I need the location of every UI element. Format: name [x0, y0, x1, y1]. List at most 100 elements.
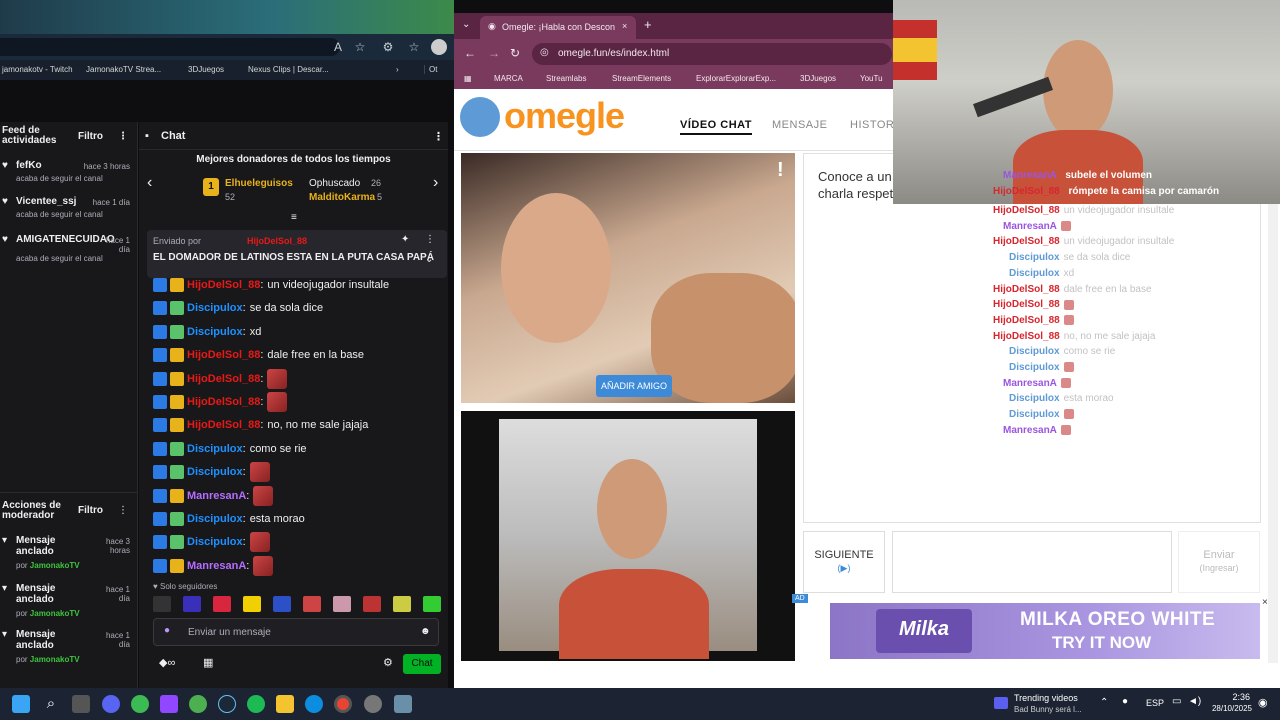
chat-send-button[interactable]: Chat	[403, 654, 441, 674]
bookmark-item[interactable]: jamonakotv - Twitch	[2, 65, 73, 74]
site-info-icon[interactable]: ◎	[540, 47, 549, 58]
microphone-icon[interactable]: ●	[164, 625, 170, 636]
reload-icon[interactable]: ↻	[510, 46, 520, 60]
more-options-icon[interactable]: ⋮	[425, 234, 435, 245]
quick-emote[interactable]	[243, 596, 261, 612]
omegle-address-bar[interactable]: ◎ omegle.fun/es/index.html	[532, 43, 892, 65]
crown-badge-icon[interactable]	[170, 278, 184, 292]
bookmark-item[interactable]: Nexus Clips | Descar...	[248, 65, 329, 74]
bookmark-item[interactable]: Streamlabs	[546, 74, 586, 83]
sub-badge-icon[interactable]	[170, 512, 184, 526]
prime-badge-icon[interactable]	[153, 441, 167, 456]
obs-icon[interactable]	[364, 695, 382, 713]
prime-badge-icon[interactable]	[153, 348, 167, 363]
bookmark-item[interactable]: 3DJuegos	[800, 74, 836, 83]
more-options-icon[interactable]: ⋮	[433, 130, 444, 143]
activity-feed-filter-button[interactable]: Filtro	[78, 131, 103, 142]
bookmark-item[interactable]: 3DJuegos	[188, 65, 224, 74]
windows-start-icon[interactable]	[12, 695, 30, 713]
chat-emote[interactable]	[267, 392, 288, 412]
quick-emote[interactable]	[393, 596, 411, 612]
chat-username[interactable]: Discipulox	[187, 513, 243, 525]
read-aloud-icon[interactable]: A	[330, 39, 346, 55]
chat-username[interactable]: HijoDelSol_88	[187, 419, 260, 431]
prime-badge-icon[interactable]	[153, 324, 167, 339]
bookmark-item[interactable]: Ot	[424, 65, 437, 74]
crown-badge-icon[interactable]	[170, 558, 184, 573]
quick-emote[interactable]	[423, 596, 441, 612]
bookmark-item[interactable]: YouTu	[860, 74, 883, 83]
pinned-message[interactable]: Enviado por HijoDelSol_88 ✦ ⋮ EL DOMADOR…	[147, 230, 447, 278]
channel-points-icon[interactable]: ◆∞	[159, 656, 175, 669]
chat-username[interactable]: HijoDelSol_88	[187, 396, 260, 408]
chevron-right-icon[interactable]: ›	[433, 174, 438, 192]
chevron-left-icon[interactable]: ‹	[147, 174, 152, 192]
chevron-up-icon[interactable]: ⌃	[1100, 697, 1108, 708]
chat-username[interactable]: ManresanA	[187, 560, 246, 572]
microphone-icon[interactable]: ●	[1122, 696, 1128, 707]
left-browser-address-bar[interactable]	[0, 38, 340, 56]
chat-emote[interactable]	[253, 555, 274, 576]
prime-badge-icon[interactable]	[153, 512, 167, 526]
crown-badge-icon[interactable]	[170, 371, 184, 386]
file-explorer-icon[interactable]	[276, 695, 294, 713]
store-icon[interactable]: ▦	[203, 656, 213, 669]
discord-icon[interactable]	[102, 695, 120, 713]
bookmark-item[interactable]: StreamElements	[612, 74, 671, 83]
new-tab-icon[interactable]: +	[644, 17, 652, 32]
quick-emote[interactable]	[213, 596, 231, 612]
chat-emote[interactable]	[267, 368, 288, 389]
sub-badge-icon[interactable]	[170, 324, 184, 339]
chat-emote[interactable]	[249, 462, 270, 483]
feed-item[interactable]: ♥ fefKo hace 3 horas acaba de seguir el …	[2, 160, 134, 196]
more-options-icon[interactable]: ⋮	[118, 505, 128, 516]
add-friend-button[interactable]: AÑADIR AMIGO	[596, 375, 672, 397]
send-button[interactable]: Enviar (Ingresar)	[1178, 531, 1260, 593]
crown-badge-icon[interactable]	[170, 348, 184, 363]
extensions-icon[interactable]: ⚙	[380, 39, 396, 55]
chat-username[interactable]: HijoDelSol_88	[187, 373, 260, 385]
quick-emote[interactable]	[303, 596, 321, 612]
star-icon[interactable]: ☆	[352, 39, 368, 55]
close-tab-icon[interactable]: ×	[622, 21, 627, 31]
network-icon[interactable]: ▭	[1172, 696, 1181, 707]
sub-badge-icon[interactable]	[170, 465, 184, 480]
nav-message[interactable]: MENSAJE	[772, 119, 827, 131]
prime-badge-icon[interactable]	[153, 278, 167, 292]
chat-username[interactable]: Discipulox	[187, 536, 243, 548]
chrome-icon[interactable]	[334, 695, 352, 713]
chat-username[interactable]: Discipulox	[187, 302, 243, 314]
language-indicator[interactable]: ESP	[1146, 698, 1164, 708]
moderator-actions-filter-button[interactable]: Filtro	[78, 505, 103, 516]
bookmark-item[interactable]: MARCA	[494, 74, 523, 83]
trending-widget[interactable]: Trending videos Bad Bunny será l...	[994, 693, 1094, 717]
favorites-icon[interactable]: ☆	[406, 39, 422, 55]
close-ad-icon[interactable]: ×	[1262, 597, 1268, 608]
tab-search-icon[interactable]: ⌄	[462, 19, 470, 30]
chat-username[interactable]: Discipulox	[187, 326, 243, 338]
mod-action-item[interactable]: ▾ Mensaje anclado hace 1 día por Jamonak…	[2, 629, 134, 673]
prime-badge-icon[interactable]	[153, 371, 167, 386]
omegle-logo-icon[interactable]	[460, 97, 500, 137]
quick-emote[interactable]	[183, 596, 201, 612]
chevron-down-icon[interactable]: ⌄	[425, 254, 433, 265]
sub-badge-icon[interactable]	[170, 441, 184, 456]
ad-banner[interactable]: Milka MILKA OREO WHITE TRY IT NOW	[830, 603, 1260, 659]
pinned-toggle-icon[interactable]: ≡	[291, 212, 297, 223]
quick-emote[interactable]	[153, 596, 171, 612]
spotify-icon[interactable]	[247, 695, 265, 713]
profile-avatar[interactable]	[431, 39, 447, 55]
feed-item[interactable]: ♥ Vicentee_ssj hace 1 día acaba de segui…	[2, 196, 134, 232]
nav-history[interactable]: HISTORI	[850, 119, 898, 131]
notification-icon[interactable]: ◉	[1258, 696, 1268, 709]
bookmark-item[interactable]: JamonakoTV Strea...	[86, 65, 161, 74]
clock-time[interactable]: 2:36	[1210, 692, 1250, 702]
more-options-icon[interactable]: ⋮	[118, 131, 128, 142]
clock-date[interactable]: 28/10/2025	[1204, 704, 1252, 713]
prime-badge-icon[interactable]	[153, 395, 167, 409]
chat-username[interactable]: Discipulox	[187, 443, 243, 455]
mod-action-item[interactable]: ▾ Mensaje anclado hace 3 horas por Jamon…	[2, 535, 134, 579]
chevron-right-icon[interactable]: ›	[396, 65, 399, 74]
page-scrollbar[interactable]	[1268, 153, 1278, 663]
omegle-logo[interactable]: omegle	[504, 95, 625, 137]
